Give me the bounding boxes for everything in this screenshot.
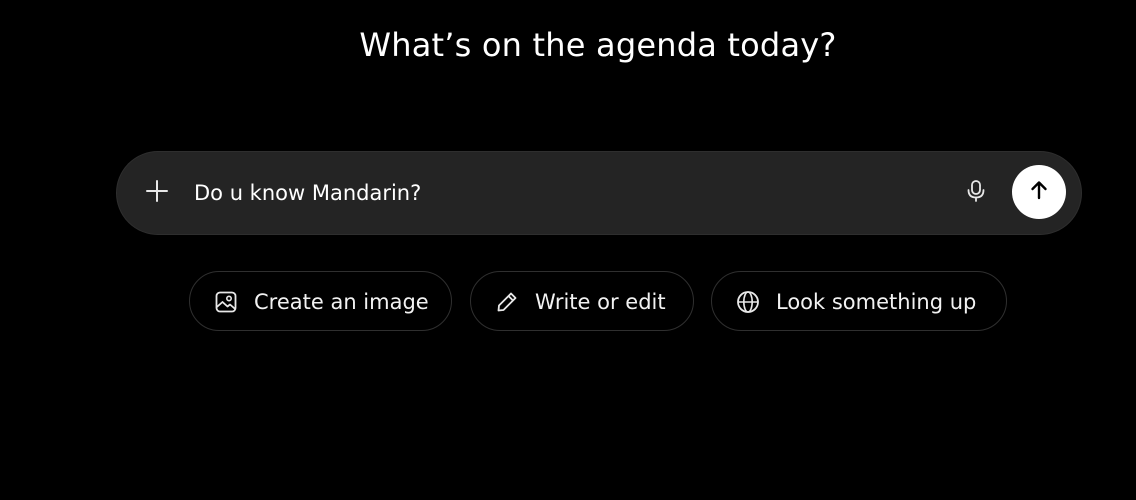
create-image-label: Create an image — [254, 290, 429, 314]
page-title: What’s on the agenda today? — [359, 26, 837, 64]
write-or-edit-button[interactable]: Write or edit — [470, 271, 694, 331]
add-attachment-button[interactable] — [136, 172, 178, 214]
plus-icon — [145, 179, 169, 207]
write-or-edit-label: Write or edit — [535, 290, 666, 314]
voice-input-button[interactable] — [956, 172, 996, 214]
prompt-input[interactable] — [194, 176, 934, 210]
image-icon — [214, 290, 238, 314]
create-image-button[interactable]: Create an image — [189, 271, 452, 331]
chat-home-page: What’s on the agenda today? Do u know Ma… — [0, 0, 1136, 500]
pencil-icon — [495, 290, 519, 314]
globe-icon — [736, 290, 760, 314]
send-button[interactable] — [1012, 165, 1066, 219]
arrow-up-icon — [1027, 178, 1051, 206]
look-something-up-label: Look something up — [776, 290, 977, 314]
microphone-icon — [965, 179, 987, 207]
look-something-up-button[interactable]: Look something up — [711, 271, 1007, 331]
